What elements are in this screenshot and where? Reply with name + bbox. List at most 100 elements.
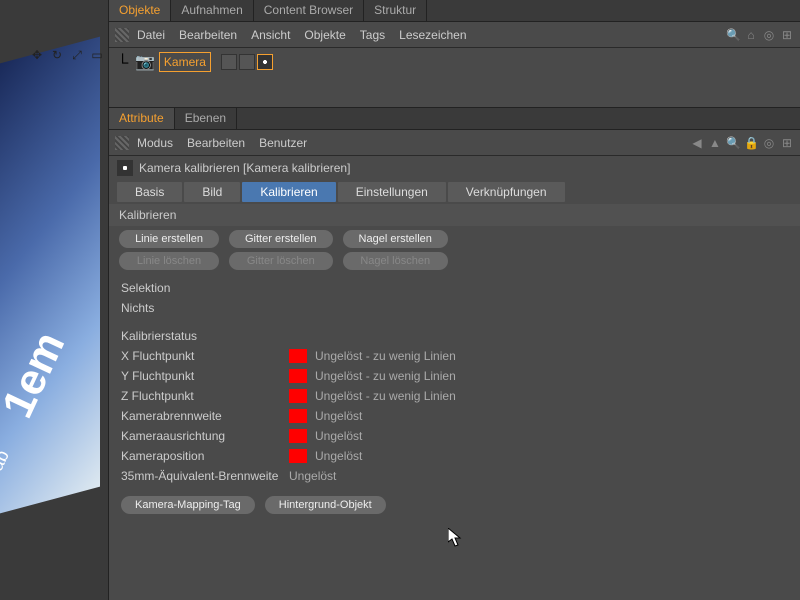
- tab-content-browser[interactable]: Content Browser: [254, 0, 364, 21]
- selection-value: Nichts: [121, 301, 289, 315]
- menu-bearbeiten[interactable]: Bearbeiten: [179, 28, 237, 42]
- linie-loeschen-button: Linie löschen: [119, 252, 219, 270]
- status-row: Y Fluchtpunkt Ungelöst - zu wenig Linien: [121, 366, 788, 386]
- status-swatch: [289, 389, 307, 403]
- viewport-tools: ✥ ↻ ⤢ ▭: [30, 48, 104, 62]
- menu-ansicht[interactable]: Ansicht: [251, 28, 290, 42]
- tag-title-row: Kamera kalibrieren [Kamera kalibrieren]: [109, 156, 800, 180]
- nagel-loeschen-button: Nagel löschen: [343, 252, 448, 270]
- status-label: Y Fluchtpunkt: [121, 369, 289, 383]
- gitter-erstellen-button[interactable]: Gitter erstellen: [229, 230, 333, 248]
- status-swatch: [289, 449, 307, 463]
- status-value: Ungelöst: [289, 429, 362, 443]
- object-tags: [221, 54, 273, 70]
- search-icon[interactable]: 🔍: [726, 28, 740, 42]
- subtab-basis[interactable]: Basis: [117, 182, 182, 202]
- section-kalibrieren-header: Kalibrieren: [109, 204, 800, 226]
- status-value: Ungelöst: [289, 449, 362, 463]
- tag-calibrate-selected[interactable]: [257, 54, 273, 70]
- status-text: Ungelöst: [315, 449, 362, 463]
- camera-icon: 📷: [135, 52, 155, 72]
- tab-ebenen[interactable]: Ebenen: [175, 108, 237, 129]
- zoom-icon[interactable]: ⤢: [70, 48, 84, 62]
- expand-icon[interactable]: ⊞: [780, 28, 794, 42]
- calibrate-tag-icon: [117, 160, 133, 176]
- status-row: Kameraausrichtung Ungelöst: [121, 426, 788, 446]
- subtab-kalibrieren[interactable]: Kalibrieren: [242, 182, 335, 202]
- status-value: Ungelöst: [289, 469, 336, 483]
- selection-block: Selektion Nichts: [109, 274, 800, 322]
- tag-slot-1[interactable]: [221, 54, 237, 70]
- tab-struktur[interactable]: Struktur: [364, 0, 427, 21]
- status-text: Ungelöst: [315, 429, 362, 443]
- attribute-manager-tabs: Attribute Ebenen: [109, 108, 800, 130]
- menu-bearbeiten[interactable]: Bearbeiten: [187, 136, 245, 150]
- grid-icon[interactable]: [115, 136, 129, 150]
- status-value: Ungelöst - zu wenig Linien: [289, 369, 456, 383]
- subtab-bild[interactable]: Bild: [184, 182, 240, 202]
- grid-icon[interactable]: [115, 28, 129, 42]
- arrow-up-icon[interactable]: ▲: [708, 136, 722, 150]
- status-text: Ungelöst - zu wenig Linien: [315, 389, 456, 403]
- hintergrund-objekt-button[interactable]: Hintergrund-Objekt: [265, 496, 386, 514]
- eye-icon[interactable]: ◎: [762, 28, 776, 42]
- status-block: Kalibrierstatus X FluchtpunktUngelöst - …: [109, 322, 800, 490]
- menu-datei[interactable]: Datei: [137, 28, 165, 42]
- status-label: Z Fluchtpunkt: [121, 389, 289, 403]
- object-manager-menu: Datei Bearbeiten Ansicht Objekte Tags Le…: [109, 22, 800, 48]
- frame-icon[interactable]: ▭: [90, 48, 104, 62]
- status-label: 35mm-Äquivalent-Brennweite: [121, 469, 289, 483]
- attribute-subtabs: Basis Bild Kalibrieren Einstellungen Ver…: [109, 180, 800, 204]
- object-entry-kamera[interactable]: └ 📷 Kamera: [117, 52, 792, 72]
- expand-icon[interactable]: ⊞: [780, 136, 794, 150]
- status-row: Z Fluchtpunkt Ungelöst - zu wenig Linien: [121, 386, 788, 406]
- lock-icon[interactable]: 🔒: [744, 136, 758, 150]
- create-buttons-row: Linie erstellen Linie löschen Gitter ers…: [109, 226, 800, 274]
- status-text: Ungelöst: [289, 469, 336, 483]
- home-icon[interactable]: ⌂: [744, 28, 758, 42]
- status-swatch: [289, 429, 307, 443]
- object-hierarchy: └ 📷 Kamera: [109, 48, 800, 108]
- kalibrierstatus-label: Kalibrierstatus: [121, 329, 289, 343]
- tab-attribute[interactable]: Attribute: [109, 108, 175, 129]
- status-swatch: [289, 349, 307, 363]
- status-value: Ungelöst: [289, 409, 362, 423]
- menu-objekte[interactable]: Objekte: [304, 28, 345, 42]
- menu-benutzer[interactable]: Benutzer: [259, 136, 307, 150]
- status-label: Kameraposition: [121, 449, 289, 463]
- nagel-erstellen-button[interactable]: Nagel erstellen: [343, 230, 448, 248]
- tab-aufnahmen[interactable]: Aufnahmen: [171, 0, 253, 21]
- status-row: X FluchtpunktUngelöst - zu wenig Linien: [121, 346, 788, 366]
- target-icon[interactable]: ◎: [762, 136, 776, 150]
- selection-label: Selektion: [121, 281, 289, 295]
- attribute-manager-menu: Modus Bearbeiten Benutzer ◀ ▲ 🔍 🔒 ◎ ⊞: [109, 130, 800, 156]
- status-text: Ungelöst - zu wenig Linien: [315, 349, 456, 363]
- viewport-background: [0, 37, 100, 514]
- tag-title: Kamera kalibrieren [Kamera kalibrieren]: [139, 161, 350, 175]
- status-text: Ungelöst - zu wenig Linien: [315, 369, 456, 383]
- search-icon[interactable]: 🔍: [726, 136, 740, 150]
- status-row: Kameraposition Ungelöst: [121, 446, 788, 466]
- status-label: Kamerabrennweite: [121, 409, 289, 423]
- bottom-buttons: Kamera-Mapping-Tag Hintergrund-Objekt: [109, 490, 800, 520]
- status-label: Kameraausrichtung: [121, 429, 289, 443]
- right-panel: Objekte Aufnahmen Content Browser Strukt…: [108, 0, 800, 600]
- tab-objekte[interactable]: Objekte: [109, 0, 171, 21]
- status-row: KamerabrennweiteUngelöst: [121, 406, 788, 426]
- kamera-mapping-tag-button[interactable]: Kamera-Mapping-Tag: [121, 496, 255, 514]
- status-swatch: [289, 409, 307, 423]
- move-icon[interactable]: ✥: [30, 48, 44, 62]
- subtab-verknuepfungen[interactable]: Verknüpfungen: [448, 182, 565, 202]
- arrow-left-icon[interactable]: ◀: [690, 136, 704, 150]
- status-value: Ungelöst - zu wenig Linien: [289, 389, 456, 403]
- hierarchy-icon: └: [117, 55, 131, 69]
- tag-slot-2[interactable]: [239, 54, 255, 70]
- object-label[interactable]: Kamera: [159, 52, 211, 72]
- menu-tags[interactable]: Tags: [360, 28, 385, 42]
- menu-lesezeichen[interactable]: Lesezeichen: [399, 28, 466, 42]
- linie-erstellen-button[interactable]: Linie erstellen: [119, 230, 219, 248]
- status-value: Ungelöst - zu wenig Linien: [289, 349, 456, 363]
- rotate-icon[interactable]: ↻: [50, 48, 64, 62]
- subtab-einstellungen[interactable]: Einstellungen: [338, 182, 446, 202]
- menu-modus[interactable]: Modus: [137, 136, 173, 150]
